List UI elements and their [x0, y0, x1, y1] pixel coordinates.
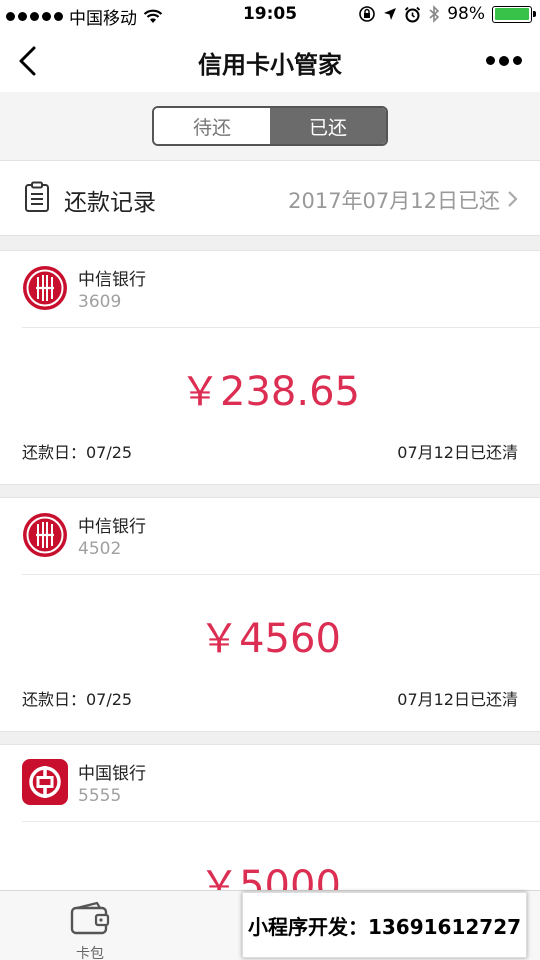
tab-label: 卡包 [76, 946, 104, 960]
card-item[interactable]: 中信银行 3609 ￥238.65 还款日：07/25 07月12日已还清 [0, 250, 540, 485]
rotation-lock-icon [359, 6, 376, 22]
status-bar: 中国移动 19:05 98% [0, 0, 540, 30]
cleared-status: 07月12日已还清 [397, 690, 518, 709]
due-date: 还款日：07/25 [22, 443, 133, 462]
boc-logo-icon [22, 759, 68, 805]
chevron-right-icon [508, 191, 518, 207]
repayment-record-row[interactable]: 还款记录 2017年07月12日已还 [0, 160, 540, 236]
cleared-status: 07月12日已还清 [397, 443, 518, 462]
alarm-icon [405, 6, 421, 22]
due-date: 还款日：07/25 [22, 690, 133, 709]
tab-pending[interactable]: 待还 [154, 108, 270, 144]
tab-repaid[interactable]: 已还 [270, 108, 386, 144]
battery-percent: 98% [447, 4, 485, 24]
card-number: 3609 [78, 292, 122, 312]
segmented-control: 待还 已还 [152, 106, 388, 146]
citic-logo-icon [23, 513, 67, 557]
bank-name: 中信银行 [78, 517, 146, 537]
segment-container: 待还 已还 [0, 92, 540, 160]
record-label: 还款记录 [64, 190, 156, 216]
clipboard-icon [25, 181, 49, 212]
repaid-amount: ￥238.65 [180, 369, 360, 415]
battery-fill [494, 8, 529, 20]
page-title: 信用卡小管家 [198, 51, 342, 79]
bank-name: 中信银行 [78, 270, 146, 290]
card-number: 4502 [78, 539, 122, 559]
divider [22, 821, 540, 822]
status-right: 98% [358, 4, 536, 24]
battery-icon [492, 5, 536, 23]
bluetooth-icon [429, 5, 440, 23]
divider [22, 327, 540, 328]
developer-watermark: 小程序开发：13691612727 [242, 892, 527, 958]
location-icon [384, 8, 397, 20]
wallet-icon [70, 901, 110, 935]
repaid-amount: ￥4560 [199, 616, 341, 662]
bank-name: 中国银行 [78, 764, 146, 784]
more-dots-icon[interactable] [486, 55, 522, 66]
citic-logo-icon [23, 266, 67, 310]
divider [22, 574, 540, 575]
nav-bar: 信用卡小管家 [0, 30, 540, 92]
card-item[interactable]: 中信银行 4502 ￥4560 还款日：07/25 07月12日已还清 [0, 497, 540, 732]
record-date: 2017年07月12日已还 [288, 189, 500, 213]
tab-card-wallet[interactable]: 卡包 [0, 891, 180, 960]
card-number: 5555 [78, 786, 122, 806]
